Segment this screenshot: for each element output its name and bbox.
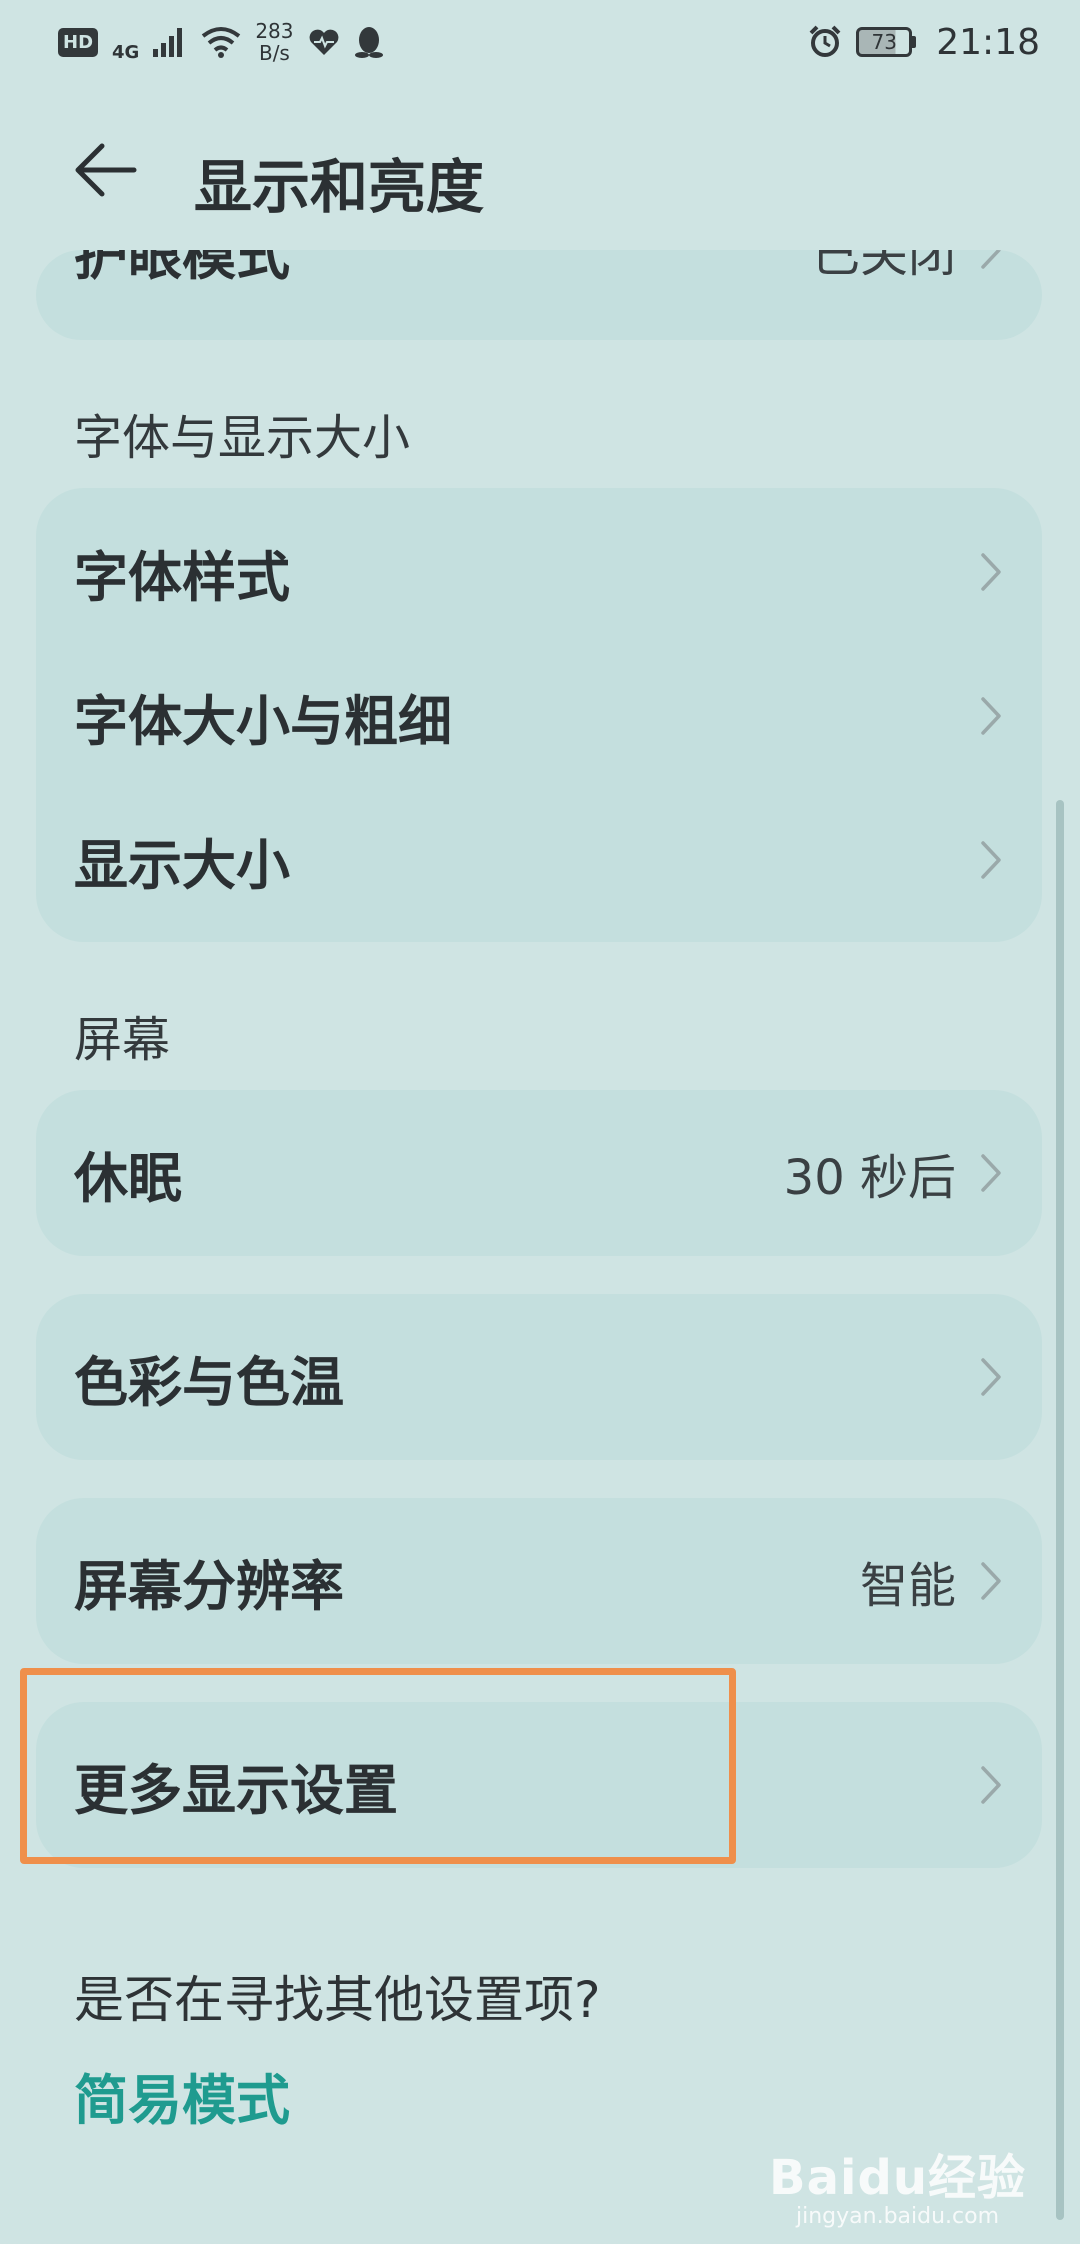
eye-comfort-label: 护眼模式: [74, 250, 290, 287]
eye-comfort-row[interactable]: 护眼模式 已关闭: [36, 250, 1042, 322]
sleep-label: 休眠: [74, 1146, 182, 1210]
section-header-screen: 屏幕: [74, 1012, 171, 1068]
chevron-right-icon: [981, 1562, 1001, 1600]
chevron-right-icon: [981, 841, 1001, 879]
network-type: 4G: [112, 42, 140, 63]
back-arrow-icon[interactable]: [74, 138, 138, 202]
color-row[interactable]: 色彩与色温: [36, 1305, 1042, 1449]
watermark-url: jingyan.baidu.com: [796, 2204, 1000, 2229]
alarm-icon: [809, 25, 841, 57]
watermark-logo: Baidu经验: [769, 2150, 1026, 2206]
chevron-right-icon: [981, 1766, 1001, 1804]
simple-mode-link[interactable]: 简易模式: [74, 2056, 290, 2135]
highlight-box: [20, 1668, 736, 1864]
network-speed: 283 B/s: [255, 19, 294, 65]
scrollbar[interactable]: [1056, 800, 1064, 2220]
display-size-row[interactable]: 显示大小: [36, 788, 1042, 932]
color-card: 色彩与色温: [36, 1294, 1042, 1460]
eye-comfort-value: 已关闭: [811, 250, 956, 283]
font-size-row[interactable]: 字体大小与粗细: [36, 644, 1042, 788]
page-title: 显示和亮度: [194, 153, 485, 221]
sleep-row[interactable]: 休眠 30 秒后: [36, 1101, 1042, 1245]
chevron-right-icon: [981, 250, 1001, 269]
resolution-row[interactable]: 屏幕分辨率 智能: [36, 1509, 1042, 1653]
chevron-right-icon: [981, 1154, 1001, 1192]
section-header-font: 字体与显示大小: [74, 410, 411, 466]
font-size-label: 字体大小与粗细: [74, 689, 452, 753]
qq-penguin-icon: [354, 27, 383, 58]
color-label: 色彩与色温: [74, 1350, 344, 1414]
display-size-label: 显示大小: [74, 833, 290, 897]
search-hint-text: 是否在寻找其他设置项?: [74, 1971, 601, 2029]
health-heart-icon: [309, 29, 338, 55]
clock: 21:18: [936, 21, 1040, 63]
sleep-card: 休眠 30 秒后: [36, 1090, 1042, 1256]
resolution-card: 屏幕分辨率 智能: [36, 1498, 1042, 1664]
signal-icon: [153, 28, 183, 57]
resolution-value: 智能: [859, 1558, 956, 1614]
battery-icon: 73: [856, 27, 917, 57]
chevron-right-icon: [981, 697, 1001, 735]
hd-badge: HD: [58, 27, 99, 57]
font-style-row[interactable]: 字体样式: [36, 500, 1042, 644]
eye-comfort-card: 护眼模式 已关闭: [36, 250, 1042, 340]
sleep-value: 30 秒后: [783, 1150, 956, 1206]
font-style-label: 字体样式: [74, 545, 290, 609]
resolution-label: 屏幕分辨率: [74, 1554, 344, 1618]
header-fade: [0, 230, 1080, 250]
font-card: 字体样式 字体大小与粗细 显示大小: [36, 488, 1042, 942]
status-bar: HD 4G 283 B/s 73 21:18: [0, 0, 1080, 84]
wifi-icon: [202, 27, 241, 58]
baidu-watermark: Baidu经验 jingyan.baidu.com: [769, 2138, 1026, 2229]
chevron-right-icon: [981, 553, 1001, 591]
chevron-right-icon: [981, 1358, 1001, 1396]
app-header: 显示和亮度: [0, 110, 1080, 230]
